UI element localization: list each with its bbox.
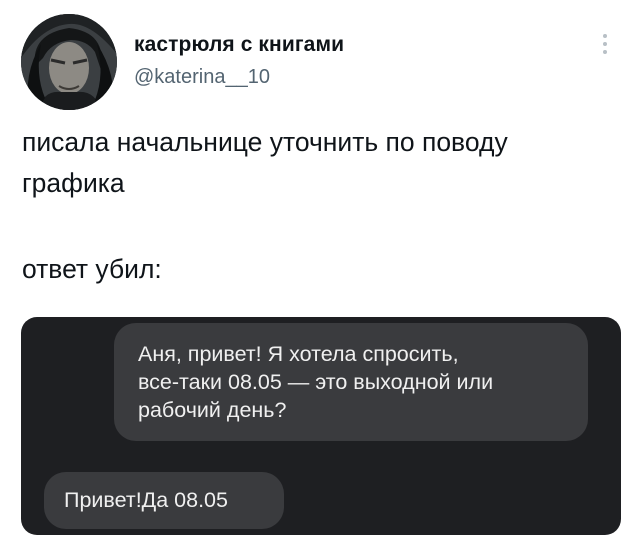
attached-chat-screenshot[interactable]: Аня, привет! Я хотела спросить, все-таки… [21,317,621,535]
message-line: все-таки 08.05 — это выходной или [138,370,494,394]
tweet-text: писала начальнице уточнить по поводу гра… [22,122,622,290]
avatar[interactable] [21,14,117,110]
tweet-text-line: графика [22,168,125,198]
message-line: Аня, привет! Я хотела спросить, [138,342,459,366]
avatar-image [21,14,117,110]
tweet-header: кастрюля с книгами @katerina__10 [0,0,640,120]
tweet-card: кастрюля с книгами @katerina__10 писала … [0,0,640,548]
author-handle[interactable]: @katerina__10 [134,66,270,89]
tweet-text-line: писала начальнице уточнить по поводу [22,127,508,157]
sent-message-bubble: Аня, привет! Я хотела спросить, все-таки… [114,323,588,441]
more-vertical-icon[interactable] [596,26,614,62]
tweet-text-line: ответ убил: [22,254,162,284]
author-display-name[interactable]: кастрюля с книгами [134,33,344,57]
received-message-bubble: Привет!Да 08.05 [44,472,284,529]
message-line: рабочий день? [138,398,287,422]
message-line: Привет!Да 08.05 [64,488,228,512]
